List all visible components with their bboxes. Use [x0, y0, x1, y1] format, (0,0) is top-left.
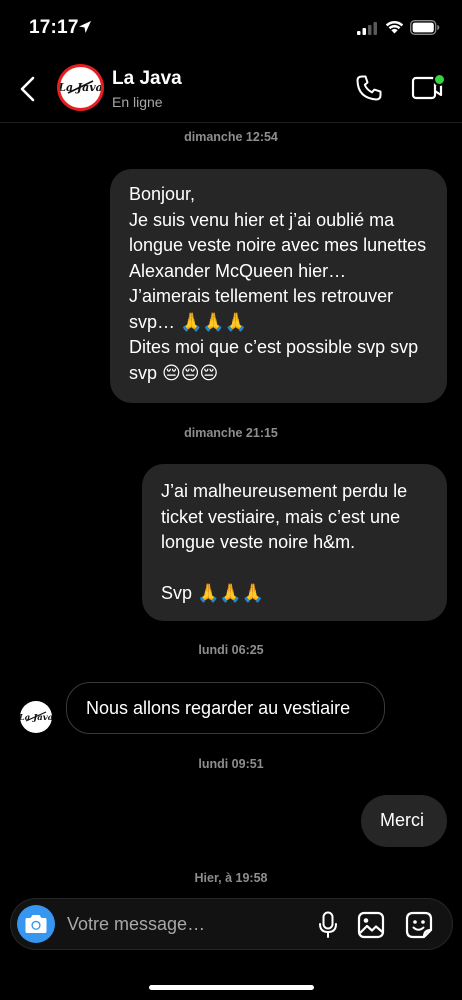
- svg-text:La Java: La Java: [60, 81, 101, 94]
- la-java-logo-icon: La Java: [20, 711, 52, 723]
- svg-text:La Java: La Java: [20, 713, 52, 723]
- message-timestamp: lundi 06:25: [198, 643, 264, 657]
- back-arrow-icon[interactable]: [14, 74, 44, 104]
- received-message-bubble[interactable]: Nous allons regarder au vestiaire: [66, 682, 385, 734]
- message-timestamp: lundi 09:51: [198, 757, 264, 771]
- message-input[interactable]: [67, 911, 297, 937]
- received-message-text: Nous allons regarder au vestiaire: [86, 697, 351, 718]
- location-arrow-icon: [79, 21, 91, 33]
- sent-message-bubble[interactable]: J’ai malheureusement perdu le ticket ves…: [142, 464, 447, 621]
- avatar-logo: La Java: [60, 67, 101, 108]
- status-bar: 17:17: [0, 0, 462, 58]
- contact-avatar[interactable]: La Java: [57, 64, 104, 111]
- message-composer: [10, 898, 453, 950]
- camera-icon: [25, 915, 47, 933]
- status-time: 17:17: [29, 17, 79, 38]
- chat-header: La Java La Java En ligne: [0, 58, 462, 123]
- battery-icon: [410, 20, 440, 35]
- contact-name[interactable]: La Java: [112, 68, 182, 90]
- camera-button[interactable]: [17, 905, 55, 943]
- microphone-icon[interactable]: [316, 911, 340, 939]
- active-status-dot: [433, 73, 446, 86]
- wifi-icon: [385, 20, 404, 34]
- message-timestamp: dimanche 12:54: [184, 130, 278, 144]
- home-indicator[interactable]: [149, 985, 314, 990]
- cellular-signal-icon: [357, 22, 377, 35]
- contact-status: En ligne: [112, 94, 163, 110]
- message-timestamp: Hier, à 19:58: [194, 871, 268, 885]
- message-timestamp: dimanche 21:15: [184, 426, 278, 440]
- sent-message-bubble[interactable]: Merci: [361, 795, 447, 847]
- phone-call-icon[interactable]: [355, 74, 383, 102]
- contact-small-avatar[interactable]: La Java: [20, 701, 52, 733]
- la-java-logo-icon: La Java: [60, 80, 101, 94]
- photo-gallery-icon[interactable]: [357, 911, 385, 939]
- sent-message-bubble[interactable]: Bonjour, Je suis venu hier et j’ai oubli…: [110, 169, 447, 403]
- sticker-icon[interactable]: [404, 910, 434, 940]
